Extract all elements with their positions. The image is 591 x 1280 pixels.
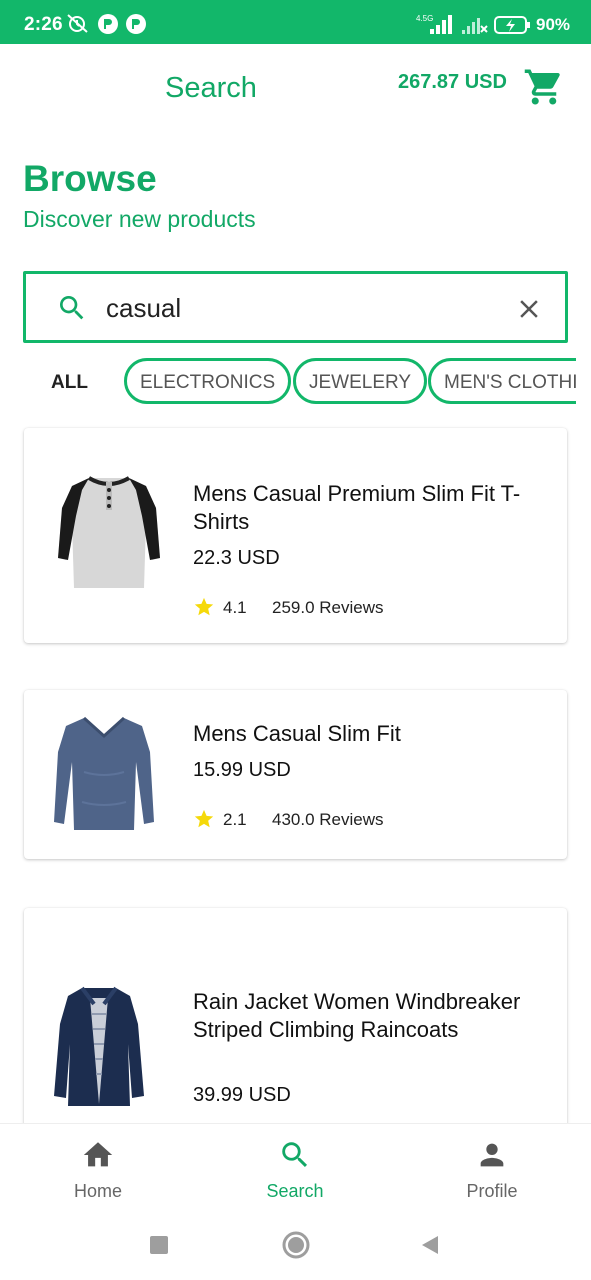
cart-icon[interactable] <box>523 66 565 108</box>
battery-charging-icon <box>494 16 530 34</box>
product-card[interactable]: Mens Casual Slim Fit 15.99 USD 2.1 430.0… <box>24 690 567 859</box>
cart-total: 267.87 USD <box>398 71 507 93</box>
app-notification-icon <box>126 14 146 34</box>
product-price: 22.3 USD <box>193 547 280 569</box>
chip-all[interactable]: ALL <box>51 372 88 394</box>
search-box[interactable] <box>23 271 568 343</box>
system-nav-bar <box>0 1213 591 1280</box>
product-rating: 4.1 <box>223 598 247 617</box>
chip-electronics[interactable]: ELECTRONICS <box>124 358 292 404</box>
alarm-off-icon <box>67 14 88 33</box>
nav-profile[interactable]: Profile <box>432 1138 552 1202</box>
back-icon[interactable] <box>419 1234 441 1256</box>
product-image-henley-shirt <box>58 476 160 588</box>
app-notification-icon <box>98 14 118 34</box>
chip-mens-clothing[interactable]: MEN'S CLOTHING <box>428 358 576 404</box>
status-time: 2:26 <box>24 14 63 35</box>
browse-heading: Browse <box>23 158 157 199</box>
product-reviews: 259.0 Reviews <box>272 598 384 617</box>
product-name: Mens Casual Premium Slim Fit T-Shirts <box>193 481 521 534</box>
battery-level: 90% <box>536 15 571 34</box>
nav-search[interactable]: Search <box>235 1138 355 1202</box>
product-image-vneck-shirt <box>54 716 154 830</box>
close-icon[interactable] <box>514 294 544 324</box>
nav-profile-label: Profile <box>466 1181 518 1201</box>
person-icon <box>480 1143 504 1167</box>
product-name: Rain Jacket Women Windbreaker Striped Cl… <box>193 989 521 1042</box>
product-rating: 2.1 <box>223 810 247 829</box>
nav-home-label: Home <box>73 1181 122 1201</box>
signal-icon: 4.5G <box>416 14 452 34</box>
product-list[interactable]: Mens Casual Premium Slim Fit T-Shirts 22… <box>0 410 591 1123</box>
search-icon <box>282 1142 308 1168</box>
bottom-nav: Home Search Profile <box>0 1123 591 1213</box>
browse-subtitle: Discover new products <box>23 206 256 232</box>
category-chips: ALL ELECTRONICS JEWELERY MEN'S CLOTHING <box>0 357 576 405</box>
star-icon <box>194 597 214 616</box>
search-icon <box>60 296 84 320</box>
nav-home[interactable]: Home <box>38 1138 158 1202</box>
signal-weak-icon <box>462 18 488 34</box>
product-name: Mens Casual Slim Fit <box>193 721 401 746</box>
network-type-label: 4.5G <box>416 14 433 23</box>
product-price: 39.99 USD <box>193 1084 291 1106</box>
nav-search-label: Search <box>266 1181 324 1201</box>
home-button-icon[interactable] <box>281 1230 311 1260</box>
status-bar: 2:26 4.5G 90% <box>0 0 591 44</box>
product-price: 15.99 USD <box>193 759 291 781</box>
product-image-rain-jacket <box>54 986 144 1106</box>
page-title: Search <box>165 72 257 104</box>
product-reviews: 430.0 Reviews <box>272 810 384 829</box>
recents-icon[interactable] <box>149 1235 169 1255</box>
chip-jewelery[interactable]: JEWELERY <box>293 358 428 404</box>
product-card[interactable]: Rain Jacket Women Windbreaker Striped Cl… <box>24 908 567 1123</box>
star-icon <box>194 809 214 828</box>
search-input[interactable] <box>106 290 486 326</box>
product-card[interactable]: Mens Casual Premium Slim Fit T-Shirts 22… <box>24 428 567 643</box>
home-icon <box>83 1142 113 1167</box>
